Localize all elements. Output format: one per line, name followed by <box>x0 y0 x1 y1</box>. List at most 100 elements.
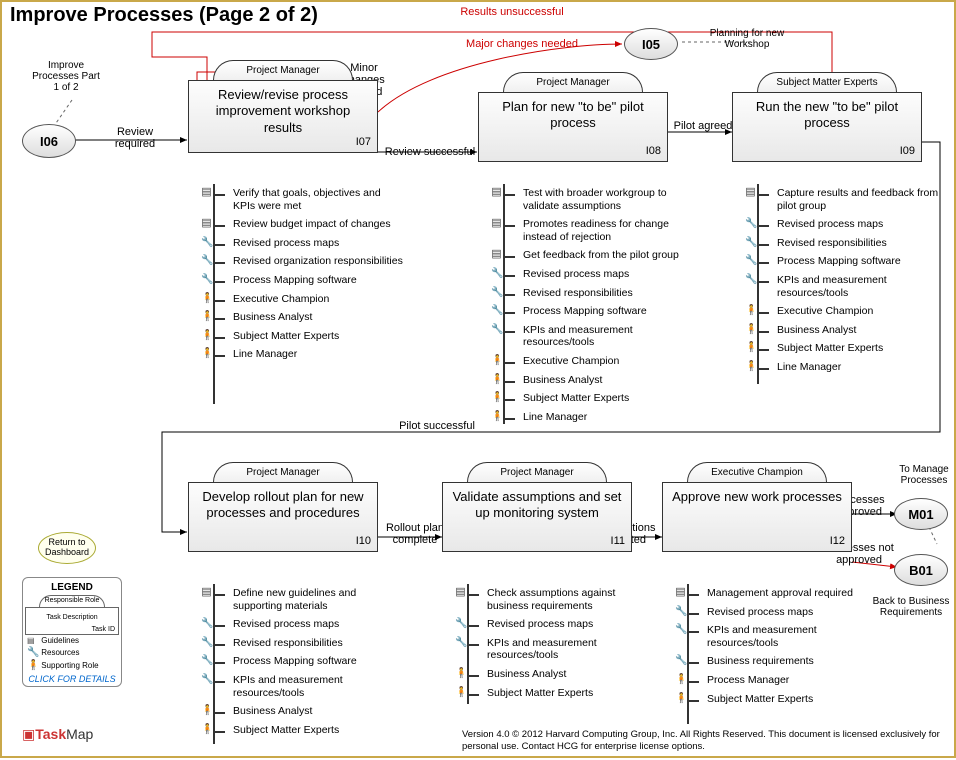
detail-text: Verify that goals, objectives and KPIs w… <box>233 187 381 212</box>
label-improve-part1: Improve Processes Part 1 of 2 <box>32 60 100 93</box>
details-i07: Verify that goals, objectives and KPIs w… <box>199 184 404 404</box>
detail-item: Revised process maps <box>453 615 658 634</box>
detail-text: Business requirements <box>707 655 814 667</box>
detail-text: Revised process maps <box>777 218 883 230</box>
task-i11[interactable]: Project Manager Validate assumptions and… <box>442 462 632 552</box>
task-i09[interactable]: Subject Matter Experts Run the new "to b… <box>732 72 922 162</box>
node-i06[interactable]: I06 <box>22 124 76 158</box>
task-id: I08 <box>646 145 661 159</box>
legend-row: Resources <box>25 646 119 659</box>
label-rollout-complete: Rollout plan complete <box>380 522 450 546</box>
detail-item: Promotes readiness for change instead of… <box>489 215 694 246</box>
detail-text: Business Analyst <box>523 374 602 386</box>
detail-item: Business Analyst <box>743 321 948 340</box>
doc-icon <box>745 186 756 200</box>
wrench-icon <box>201 654 212 668</box>
wrench-icon <box>745 273 756 287</box>
person-icon <box>491 373 502 387</box>
label-back-to-br: Back to Business Requirements <box>870 596 952 618</box>
task-desc: Plan for new "to be" pilot process <box>502 99 643 130</box>
doc-icon <box>27 636 39 645</box>
wrench-icon <box>201 236 212 250</box>
detail-text: Executive Champion <box>523 355 619 367</box>
detail-text: Revised process maps <box>487 618 593 630</box>
detail-text: Revised process maps <box>233 237 339 249</box>
person-icon <box>27 660 39 671</box>
detail-item: Business Analyst <box>199 308 404 327</box>
legend-box[interactable]: LEGEND Responsible Role Task Description… <box>22 577 122 687</box>
person-icon <box>201 347 212 361</box>
legend-click[interactable]: CLICK FOR DETAILS <box>25 672 119 684</box>
wrench-icon <box>745 236 756 250</box>
detail-text: Business Analyst <box>777 324 856 336</box>
detail-item: Revised process maps <box>743 215 948 234</box>
node-m01[interactable]: M01 <box>894 498 948 530</box>
task-desc: Approve new work processes <box>672 489 842 504</box>
person-icon <box>201 704 212 718</box>
detail-item: Process Mapping software <box>489 302 694 321</box>
task-i12[interactable]: Executive Champion Approve new work proc… <box>662 462 852 552</box>
detail-text: Capture results and feedback from pilot … <box>777 187 938 212</box>
detail-item: Revised process maps <box>489 265 694 284</box>
person-icon <box>491 410 502 424</box>
detail-text: Revised process maps <box>523 268 629 280</box>
detail-item: Executive Champion <box>489 352 694 371</box>
detail-text: Promotes readiness for change instead of… <box>523 218 669 243</box>
doc-icon <box>201 586 212 600</box>
node-i05[interactable]: I05 <box>624 28 678 60</box>
person-icon <box>675 673 686 687</box>
task-role: Project Manager <box>213 462 353 482</box>
detail-text: Process Mapping software <box>777 255 901 267</box>
details-i08: Test with broader workgroup to validate … <box>489 184 694 424</box>
task-i08[interactable]: Project Manager Plan for new "to be" pil… <box>478 72 668 162</box>
detail-text: KPIs and measurement resources/tools <box>707 624 817 649</box>
legend-row-text: Supporting Role <box>39 661 99 670</box>
detail-item: Management approval required <box>673 584 878 603</box>
detail-text: Executive Champion <box>233 293 329 305</box>
detail-text: Get feedback from the pilot group <box>523 249 679 261</box>
detail-item: Subject Matter Experts <box>489 389 694 408</box>
detail-item: KPIs and measurement resources/tools <box>453 634 658 665</box>
legend-row: Guidelines <box>25 635 119 646</box>
detail-text: Revised organization responsibilities <box>233 255 403 267</box>
detail-item: Review budget impact of changes <box>199 215 404 234</box>
wrench-icon <box>675 654 686 668</box>
page-title: Improve Processes (Page 2 of 2) <box>10 4 318 27</box>
task-desc: Develop rollout plan for new processes a… <box>202 489 363 520</box>
detail-item: Line Manager <box>199 345 404 364</box>
legend-header: LEGEND <box>25 580 119 595</box>
wrench-icon <box>27 647 39 658</box>
task-i07[interactable]: Project Manager Review/revise process im… <box>188 60 378 153</box>
detail-item: Business Analyst <box>489 371 694 390</box>
task-desc: Run the new "to be" pilot process <box>756 99 898 130</box>
task-id: I10 <box>356 535 371 549</box>
task-i10[interactable]: Project Manager Develop rollout plan for… <box>188 462 378 552</box>
details-i10: Define new guidelines and supporting mat… <box>199 584 404 744</box>
task-id: I09 <box>900 145 915 159</box>
detail-text: Define new guidelines and supporting mat… <box>233 587 356 612</box>
person-icon <box>675 692 686 706</box>
detail-item: Capture results and feedback from pilot … <box>743 184 948 215</box>
legend-rows: Guidelines Resources Supporting Role <box>25 635 119 672</box>
doc-icon <box>455 586 466 600</box>
footer-text: Version 4.0 © 2012 Harvard Computing Gro… <box>462 729 954 752</box>
person-icon <box>201 310 212 324</box>
task-id: I07 <box>356 136 371 150</box>
detail-text: Revised responsibilities <box>523 287 633 299</box>
detail-item: Check assumptions against business requi… <box>453 584 658 615</box>
detail-item: KPIs and measurement resources/tools <box>673 621 878 652</box>
legend-role: Responsible Role <box>39 595 105 607</box>
detail-item: Revised organization responsibilities <box>199 252 404 271</box>
legend-row-text: Resources <box>39 648 79 657</box>
return-dashboard-button[interactable]: Return to Dashboard <box>38 532 96 564</box>
details-i12: Management approval requiredRevised proc… <box>673 584 878 724</box>
detail-item: Revised process maps <box>673 603 878 622</box>
node-b01[interactable]: B01 <box>894 554 948 586</box>
doc-icon <box>675 586 686 600</box>
wrench-icon <box>491 267 502 281</box>
detail-item: Business requirements <box>673 652 878 671</box>
detail-text: Check assumptions against business requi… <box>487 587 615 612</box>
legend-tid: Task ID <box>92 626 115 633</box>
detail-text: Process Mapping software <box>523 305 647 317</box>
wrench-icon <box>201 254 212 268</box>
